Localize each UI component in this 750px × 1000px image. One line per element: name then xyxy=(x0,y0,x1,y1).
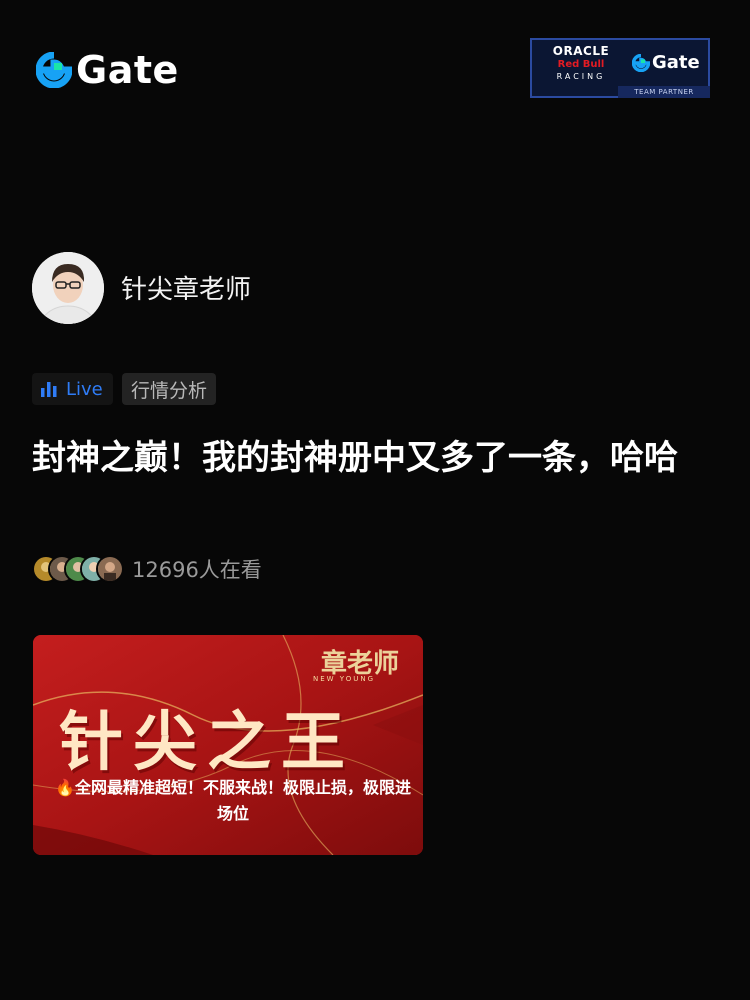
author-avatar[interactable] xyxy=(32,252,104,324)
partner-gate-text: Gate xyxy=(652,52,700,73)
live-cover-image[interactable]: 章老师 NEW YOUNG 针尖之王 🔥全网最精准超短！不服来战！极限止损，极限… xyxy=(33,635,423,855)
gate-mark-icon xyxy=(632,53,650,72)
live-label: Live xyxy=(66,378,103,400)
cover-caption: 🔥全网最精准超短！不服来战！极限止损，极限进场位 xyxy=(55,778,411,823)
viewer-count: 12696人在看 xyxy=(132,558,262,582)
gate-logo-text: Gate xyxy=(76,48,179,92)
cover-brand-sub: NEW YOUNG xyxy=(313,675,375,683)
category-tag[interactable]: 行情分析 xyxy=(122,373,217,405)
gate-logo: Gate xyxy=(36,50,179,90)
live-tag[interactable]: Live xyxy=(32,373,113,405)
oracle-text: ORACLE xyxy=(552,44,610,58)
cover-headline: 针尖之王 xyxy=(59,705,355,780)
oracle-redbull-logo: ORACLE Red Bull RACING xyxy=(542,44,620,83)
racing-text: RACING xyxy=(556,72,606,81)
post-title: 封神之巅！我的封神册中又多了一条，哈哈 xyxy=(32,438,678,478)
team-partner-label: TEAM PARTNER xyxy=(618,86,710,98)
live-bars-icon xyxy=(41,382,57,397)
gate-logo-icon xyxy=(36,52,72,88)
partner-gate-logo: Gate xyxy=(632,52,700,73)
partner-badge: ORACLE Red Bull RACING Gate TEAM PARTNER xyxy=(530,38,710,98)
author-name[interactable]: 针尖章老师 xyxy=(121,273,251,307)
viewer-row: 12696人在看 xyxy=(32,554,262,584)
viewer-avatar xyxy=(96,555,124,583)
redbull-text: Red Bull xyxy=(557,59,605,70)
person-avatar-icon xyxy=(32,252,104,324)
